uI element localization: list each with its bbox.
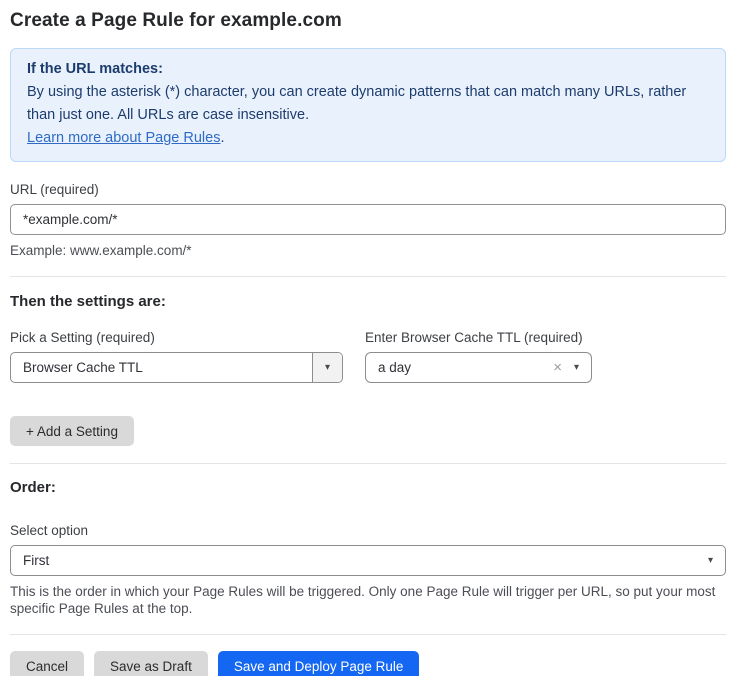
save-draft-button[interactable]: Save as Draft: [94, 651, 208, 676]
page-title: Create a Page Rule for example.com: [10, 10, 726, 32]
save-deploy-button[interactable]: Save and Deploy Page Rule: [218, 651, 420, 676]
learn-more-link[interactable]: Learn more about Page Rules: [27, 130, 220, 146]
ttl-picker-label: Enter Browser Cache TTL (required): [365, 330, 592, 345]
setting-picker-label: Pick a Setting (required): [10, 330, 343, 345]
page-rule-form: Create a Page Rule for example.com If th…: [0, 0, 736, 676]
order-select-label: Select option: [10, 523, 726, 538]
order-caret-wrap: ▾: [706, 556, 725, 566]
settings-row: Pick a Setting (required) Browser Cache …: [10, 330, 726, 383]
ttl-picker-column: Enter Browser Cache TTL (required) a day…: [365, 330, 592, 383]
info-box-heading: If the URL matches:: [27, 58, 709, 81]
info-box-body: By using the asterisk (*) character, you…: [27, 81, 709, 127]
ttl-picker-value: a day: [366, 360, 549, 375]
setting-picker-column: Pick a Setting (required) Browser Cache …: [10, 330, 343, 383]
url-field-label: URL (required): [10, 182, 726, 197]
setting-picker-arrow-segment[interactable]: ▾: [312, 353, 342, 382]
order-select[interactable]: First ▾: [10, 545, 726, 576]
caret-down-icon: ▾: [325, 363, 330, 373]
divider: [10, 634, 726, 635]
settings-section-heading: Then the settings are:: [10, 293, 726, 310]
order-section-heading: Order:: [10, 479, 726, 496]
footer-actions: Cancel Save as Draft Save and Deploy Pag…: [10, 651, 726, 676]
url-match-info-box: If the URL matches: By using the asteris…: [10, 48, 726, 162]
url-helper-text: Example: www.example.com/*: [10, 242, 726, 259]
order-select-value: First: [11, 553, 706, 568]
setting-picker-dropdown[interactable]: Browser Cache TTL ▾: [10, 352, 343, 383]
setting-picker-value: Browser Cache TTL: [11, 360, 312, 375]
info-box-link-line: Learn more about Page Rules.: [27, 127, 709, 150]
caret-down-icon: ▾: [574, 363, 579, 373]
cancel-button[interactable]: Cancel: [10, 651, 84, 676]
add-setting-button[interactable]: + Add a Setting: [10, 416, 134, 446]
caret-down-icon: ▾: [708, 556, 713, 566]
url-input[interactable]: [10, 204, 726, 235]
order-helper-text: This is the order in which your Page Rul…: [10, 583, 726, 617]
clear-icon[interactable]: ×: [549, 360, 572, 375]
ttl-picker-dropdown[interactable]: a day × ▾: [365, 352, 592, 383]
ttl-caret-wrap: ▾: [572, 363, 591, 373]
divider: [10, 276, 726, 277]
divider: [10, 463, 726, 464]
link-suffix: .: [220, 130, 224, 146]
